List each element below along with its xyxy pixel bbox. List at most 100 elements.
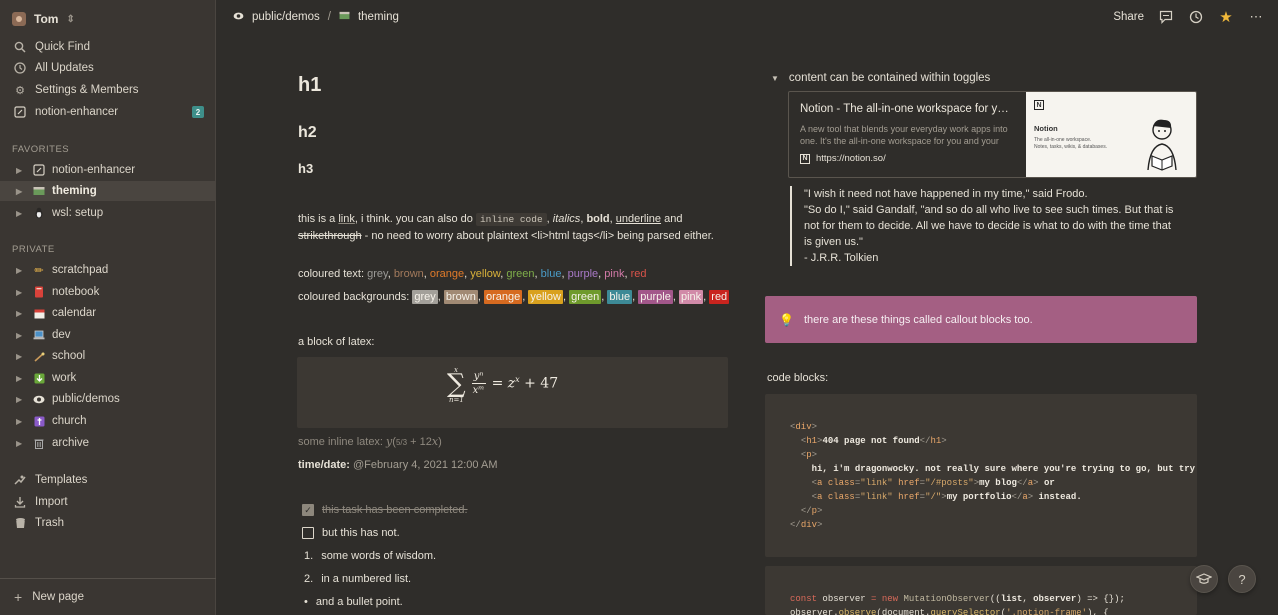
school-icon <box>32 349 46 363</box>
sidebar-item-scratchpad[interactable]: ▶ ✏ scratchpad <box>0 260 216 280</box>
bookmark-text: Notion - The all-in-one workspace for yo… <box>789 92 1026 177</box>
breadcrumb-public-demos[interactable]: public/demos <box>252 11 320 23</box>
toggle-triangle-icon[interactable]: ▼ <box>771 74 779 83</box>
eye-icon <box>32 392 46 406</box>
expand-triangle-icon[interactable]: ▶ <box>16 166 24 175</box>
learn-button[interactable] <box>1190 565 1218 593</box>
pencil-icon: ✏ <box>34 264 44 277</box>
date-mention[interactable]: @February 4, 2021 12:00 AM <box>353 459 497 471</box>
trash-icon <box>13 516 27 530</box>
new-page-button[interactable]: + New page <box>0 578 216 615</box>
coloured-word-orange: orange <box>429 268 465 280</box>
strikethrough-text: strikethrough <box>298 230 362 242</box>
sidebar-item-label: wsl: setup <box>52 207 104 219</box>
sidebar-item-settings[interactable]: ⚙ Settings & Members <box>0 80 216 100</box>
checkbox-checked[interactable]: ✓ <box>302 504 314 516</box>
inline-link[interactable]: link <box>338 213 355 225</box>
coloured-bg-yellow: yellow <box>528 290 563 304</box>
sidebar-item-trash[interactable]: Trash <box>0 513 216 533</box>
sidebar-item-notebook[interactable]: ▶ notebook <box>0 282 216 302</box>
palette-icon <box>339 11 350 23</box>
comments-icon[interactable] <box>1158 9 1174 25</box>
help-button[interactable]: ? <box>1228 565 1256 593</box>
expand-triangle-icon[interactable]: ▶ <box>16 187 24 196</box>
heading-1: h1 <box>298 74 322 96</box>
sidebar-item-calendar[interactable]: ▶ calendar <box>0 303 216 323</box>
sidebar-item-school[interactable]: ▶ school <box>0 346 216 366</box>
page-icon <box>13 105 27 119</box>
expand-triangle-icon[interactable]: ▶ <box>16 209 24 218</box>
workspace-avatar <box>12 12 26 26</box>
topbar: public/demos / theming Share ★ ⋯ <box>216 0 1278 36</box>
expand-triangle-icon[interactable]: ▶ <box>16 309 24 318</box>
coloured-word-green: green <box>506 268 535 280</box>
coloured-bg-purple: purple <box>638 290 673 304</box>
sidebar-item-notion-enhancer[interactable]: notion-enhancer 2 <box>0 102 216 122</box>
todo-item-completed: ✓ this task has been completed. <box>302 504 468 516</box>
sidebar-item-all-updates[interactable]: All Updates <box>0 58 216 78</box>
sidebar-item-label: notion-enhancer <box>52 164 136 176</box>
expand-triangle-icon[interactable]: ▶ <box>16 439 24 448</box>
expand-triangle-icon[interactable]: ▶ <box>16 417 24 426</box>
expand-triangle-icon[interactable]: ▶ <box>16 374 24 383</box>
question-mark-icon: ? <box>1238 571 1246 587</box>
private-section-label: PRIVATE <box>12 244 55 255</box>
plus-icon: + <box>14 589 23 605</box>
italic-text: italics <box>552 213 581 225</box>
sidebar-item-quick-find[interactable]: Quick Find <box>0 37 216 57</box>
expand-triangle-icon[interactable]: ▶ <box>16 395 24 404</box>
sidebar-item-archive[interactable]: ▶ archive <box>0 433 216 453</box>
coloured-bg-blue: blue <box>607 290 633 304</box>
latex-block[interactable]: x ∑ n=1 yⁿ xᵐ = zx + 47 <box>297 357 728 428</box>
heading-2: h2 <box>298 124 317 141</box>
trash-can-icon <box>32 436 46 450</box>
gear-icon: ⚙ <box>15 84 25 97</box>
todo-item-open: but this has not. <box>302 527 400 539</box>
calendar-icon <box>32 306 46 320</box>
chevron-updown-icon: ⇕ <box>66 13 75 25</box>
sidebar-item-label: Quick Find <box>35 41 90 53</box>
history-icon[interactable] <box>1188 9 1204 25</box>
favorite-star-icon[interactable]: ★ <box>1218 9 1234 26</box>
sidebar-item-notion-enhancer-fav[interactable]: ▶ notion-enhancer <box>0 160 216 180</box>
expand-triangle-icon[interactable]: ▶ <box>16 331 24 340</box>
share-button[interactable]: Share <box>1113 11 1144 23</box>
sidebar-item-theming[interactable]: ▶ theming <box>0 181 216 201</box>
coloured-backgrounds-line: coloured backgrounds: grey, brown, orang… <box>298 290 730 304</box>
toggle-block[interactable]: ▼ content can be contained within toggle… <box>771 72 990 84</box>
breadcrumb-theming[interactable]: theming <box>358 11 399 23</box>
callout-block: 💡 there are these things called callout … <box>765 296 1197 343</box>
coloured-word-grey: grey <box>367 268 388 280</box>
sidebar-item-label: work <box>52 372 77 384</box>
sidebar-item-public-demos[interactable]: ▶ public/demos <box>0 389 216 409</box>
code-block-html[interactable]: <div> <h1>404 page not found</h1> <p> hi… <box>765 394 1197 557</box>
code-block-js[interactable]: const observer = new MutationObserver((l… <box>765 566 1197 615</box>
sidebar-item-label: Trash <box>35 517 64 529</box>
workspace-switcher[interactable]: Tom ⇕ <box>12 11 75 27</box>
sidebar-item-wsl-setup[interactable]: ▶ wsl: setup <box>0 203 216 223</box>
laptop-icon <box>32 328 46 342</box>
time-date: time/date: @February 4, 2021 12:00 AM <box>298 459 498 471</box>
expand-triangle-icon[interactable]: ▶ <box>16 288 24 297</box>
sidebar-item-church[interactable]: ▶ church <box>0 411 216 431</box>
sidebar-item-label: Templates <box>35 474 88 486</box>
sidebar-item-templates[interactable]: Templates <box>0 470 216 490</box>
checkbox-unchecked[interactable] <box>302 527 314 539</box>
book-icon <box>32 285 46 299</box>
bookmark-preview-image: N Notion The all-in-one workspace. Notes,… <box>1026 92 1196 177</box>
sidebar-item-dev[interactable]: ▶ dev <box>0 325 216 345</box>
latex-label: a block of latex: <box>298 336 375 348</box>
sidebar-item-import[interactable]: Import <box>0 492 216 512</box>
cross-icon <box>32 414 46 428</box>
sidebar-item-work[interactable]: ▶ work <box>0 368 216 388</box>
coloured-bg-green: green <box>569 290 602 304</box>
palette-icon <box>32 184 46 198</box>
coloured-text-line: coloured text: grey, brown, orange, yell… <box>298 268 647 280</box>
expand-triangle-icon[interactable]: ▶ <box>16 266 24 275</box>
sidebar-item-label: Settings & Members <box>35 84 139 96</box>
bullet-list-item: • and a bullet point. <box>304 596 403 608</box>
expand-triangle-icon[interactable]: ▶ <box>16 352 24 361</box>
bookmark-card[interactable]: Notion - The all-in-one workspace for yo… <box>788 91 1197 178</box>
heading-3: h3 <box>298 161 314 176</box>
more-options-icon[interactable]: ⋯ <box>1248 9 1264 25</box>
